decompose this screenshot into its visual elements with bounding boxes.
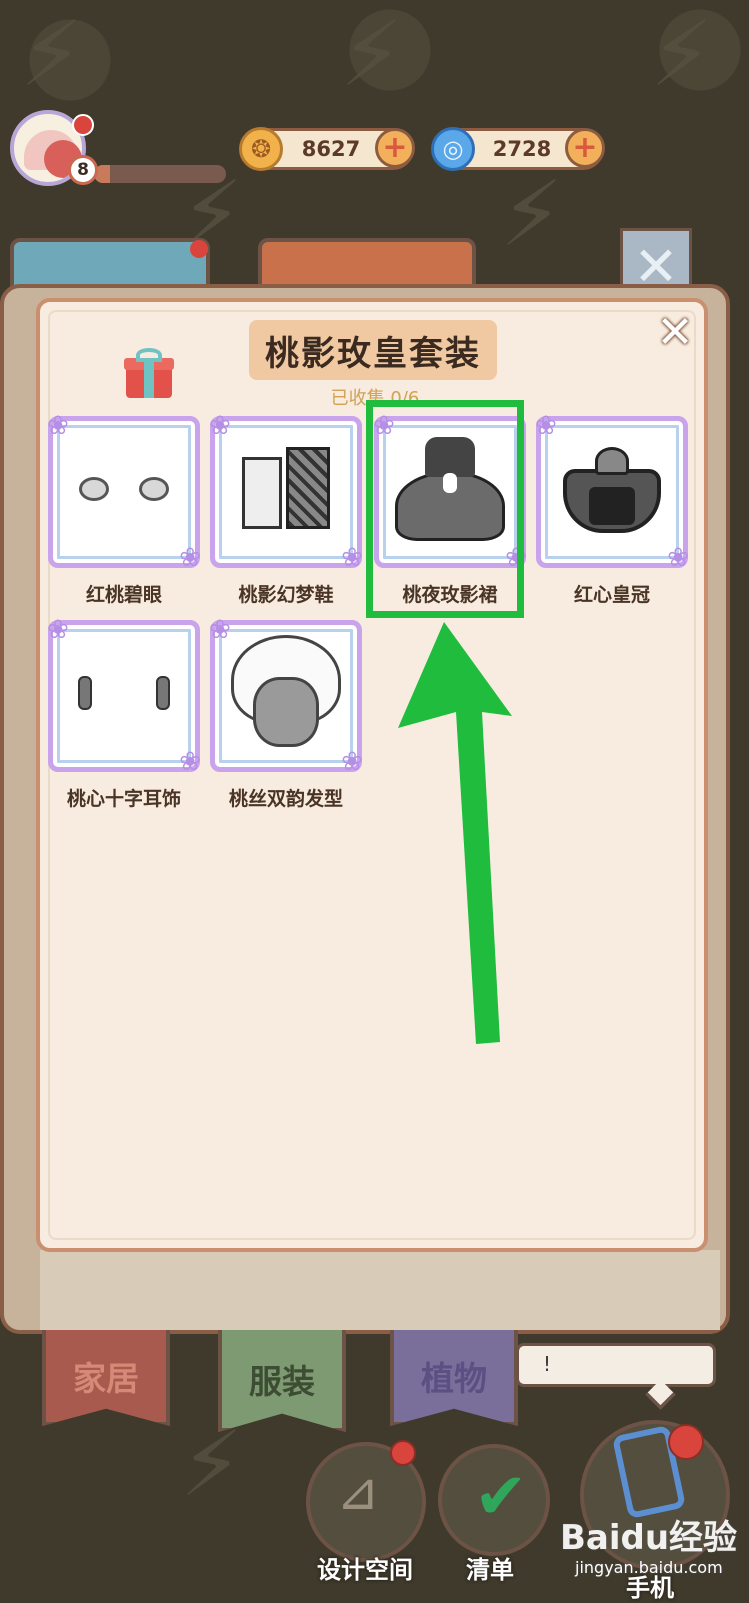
bolt-decoration-icon: ⚡ [500,162,564,267]
bolt-decoration-icon: ⚡ [20,2,84,107]
item-label: 红桃碧眼 [85,584,162,606]
gold-coin-icon: ❂ [239,127,283,171]
design-space-label: 设计空间 [317,1556,413,1584]
highlight-box [366,400,524,618]
level-badge: 8 [68,155,98,185]
checkmark-icon: ✔ [474,1460,528,1534]
dialog-title-banner: 桃影玫皇套装 [249,320,497,380]
bolt-decoration-icon: ⚡ [340,2,404,107]
bolt-decoration-icon: ⚡ [650,2,714,107]
item-card[interactable]: 桃心十字耳饰 [47,615,201,811]
item-frame [209,615,363,777]
notification-dot [190,240,208,258]
watermark-url: jingyan.baidu.com [575,1558,723,1577]
notification-dot [72,114,94,136]
item-card[interactable]: 桃丝双韵发型 [209,615,363,811]
blue-swirl-icon: ◎ [431,127,475,171]
item-card[interactable]: 红心皇冠 [535,411,689,607]
shoes-item-icon [238,447,334,537]
book-page-edge [40,1250,720,1330]
dialog-title: 桃影玫皇套装 [265,333,481,374]
item-label: 红心皇冠 [573,584,650,606]
notification-dot [390,1440,416,1466]
item-label: 桃影幻梦鞋 [238,584,334,606]
eyes-item-icon [79,477,169,507]
gift-icon[interactable] [124,348,174,400]
list-label: 清单 [466,1556,514,1584]
annotation-arrow-icon [398,622,512,1044]
blue-currency: ◎ 2728 + [431,127,605,171]
hair-item-icon [221,631,351,761]
item-frame [47,615,201,777]
gold-currency: ❂ 8627 + [239,127,415,171]
speech-bubble: ! [516,1343,716,1387]
item-frame [535,411,689,573]
design-space-icon: ⊿ [336,1462,380,1522]
item-card[interactable]: 桃影幻梦鞋 [209,411,363,607]
notification-dot [668,1424,704,1460]
add-gold-button[interactable]: + [375,128,415,168]
crown-item-icon [557,447,667,537]
item-frame [47,411,201,573]
close-button[interactable]: ✕ [652,310,698,356]
item-label: 桃丝双韵发型 [228,788,343,810]
gold-amount: 8627 [301,137,361,161]
blue-amount: 2728 [492,137,552,161]
add-blue-button[interactable]: + [565,128,605,168]
item-card[interactable]: 红桃碧眼 [47,411,201,607]
watermark-logo: Baidu经验 [560,1518,738,1558]
earring-item-icon [74,676,174,716]
bolt-decoration-icon: ⚡ [180,1412,244,1517]
item-frame [209,411,363,573]
item-label: 桃心十字耳饰 [66,788,181,810]
xp-bar [94,165,226,183]
